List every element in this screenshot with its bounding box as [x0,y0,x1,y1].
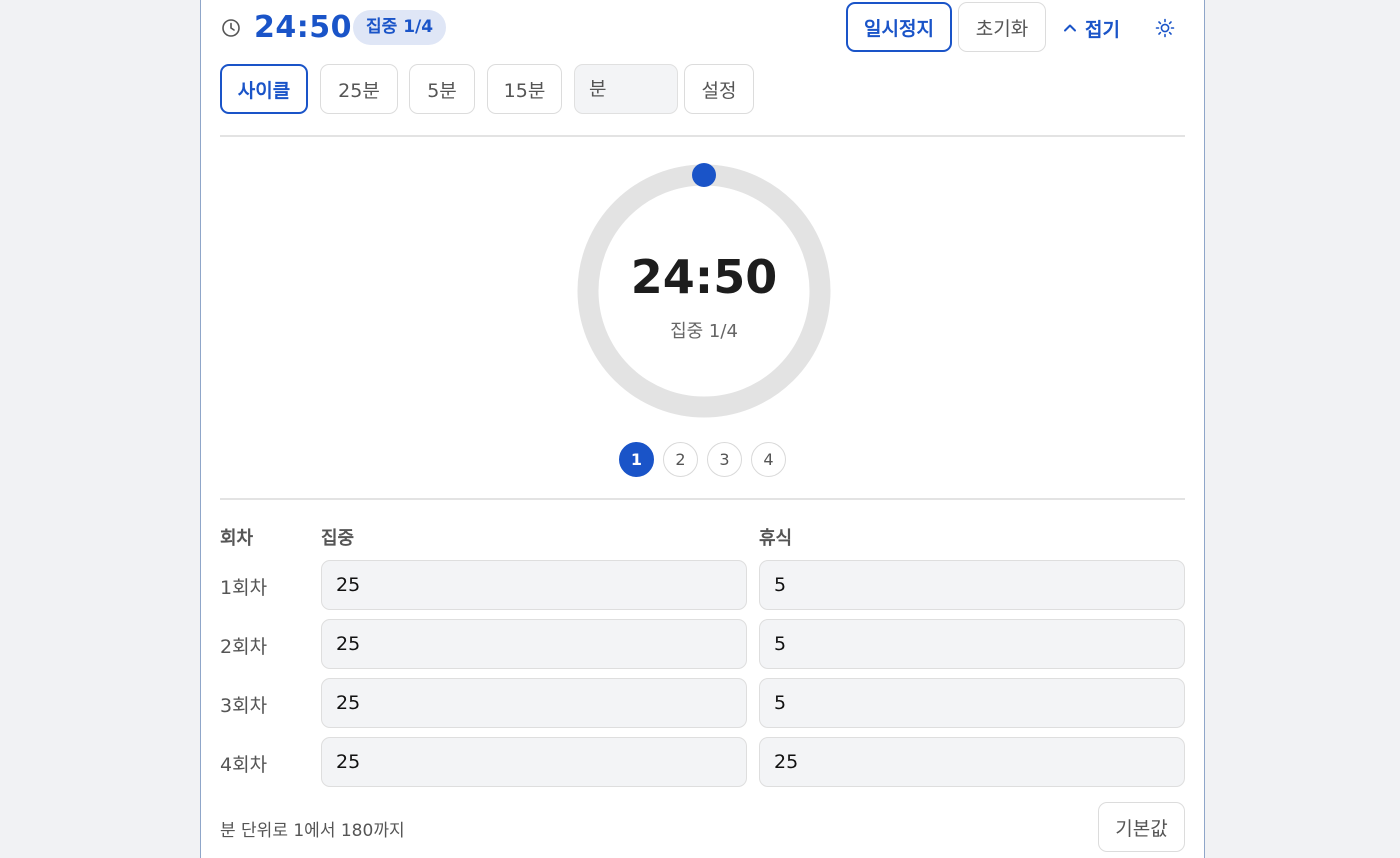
reset-defaults-button[interactable]: 기본값 [1098,802,1185,852]
column-header-focus: 집중 [321,528,355,549]
row-label: 2회차 [220,636,268,658]
rest-minutes-input[interactable] [759,737,1185,787]
focus-minutes-input[interactable] [321,619,747,669]
focus-minutes-input[interactable] [321,678,747,728]
divider [220,135,1185,137]
rest-minutes-input[interactable] [759,560,1185,610]
focus-minutes-input[interactable] [321,737,747,787]
chevron-up-icon [1064,24,1076,32]
dial-phase-label: 집중 1/4 [670,321,738,342]
rest-minutes-input[interactable] [759,619,1185,669]
column-header-rest: 휴식 [759,528,793,549]
divider [220,498,1185,500]
custom-minutes-input[interactable] [574,64,678,114]
timer-card: 24:50 집중 1/4 일시정지 초기화 접기 사이클 25분 5분 15분 … [200,0,1205,858]
dial-time: 24:50 [630,250,778,304]
row-label: 3회차 [220,695,268,717]
step-indicator-2[interactable]: 2 [663,442,698,477]
step-indicator-3[interactable]: 3 [707,442,742,477]
collapse-button[interactable]: 접기 [1063,14,1120,42]
focus-minutes-input[interactable] [321,560,747,610]
column-header-round: 회차 [220,528,254,549]
cycle-button[interactable]: 사이클 [220,64,308,114]
phase-badge: 집중 1/4 [353,10,447,45]
header-time: 24:50 [254,10,352,45]
step-indicator-1[interactable]: 1 [619,442,654,477]
preset-15-button[interactable]: 15분 [487,64,562,114]
reset-button[interactable]: 초기화 [958,2,1046,52]
preset-25-button[interactable]: 25분 [320,64,398,114]
range-hint: 분 단위로 1에서 180까지 [220,821,405,841]
clock-icon [222,19,240,37]
rest-minutes-input[interactable] [759,678,1185,728]
step-indicator-4[interactable]: 4 [751,442,786,477]
collapse-label: 접기 [1085,18,1120,41]
progress-knob [692,163,716,187]
row-label: 4회차 [220,754,268,776]
pause-button[interactable]: 일시정지 [846,2,952,52]
set-button[interactable]: 설정 [684,64,754,114]
row-label: 1회차 [220,577,268,599]
sun-icon[interactable] [1154,17,1176,39]
preset-5-button[interactable]: 5분 [409,64,475,114]
